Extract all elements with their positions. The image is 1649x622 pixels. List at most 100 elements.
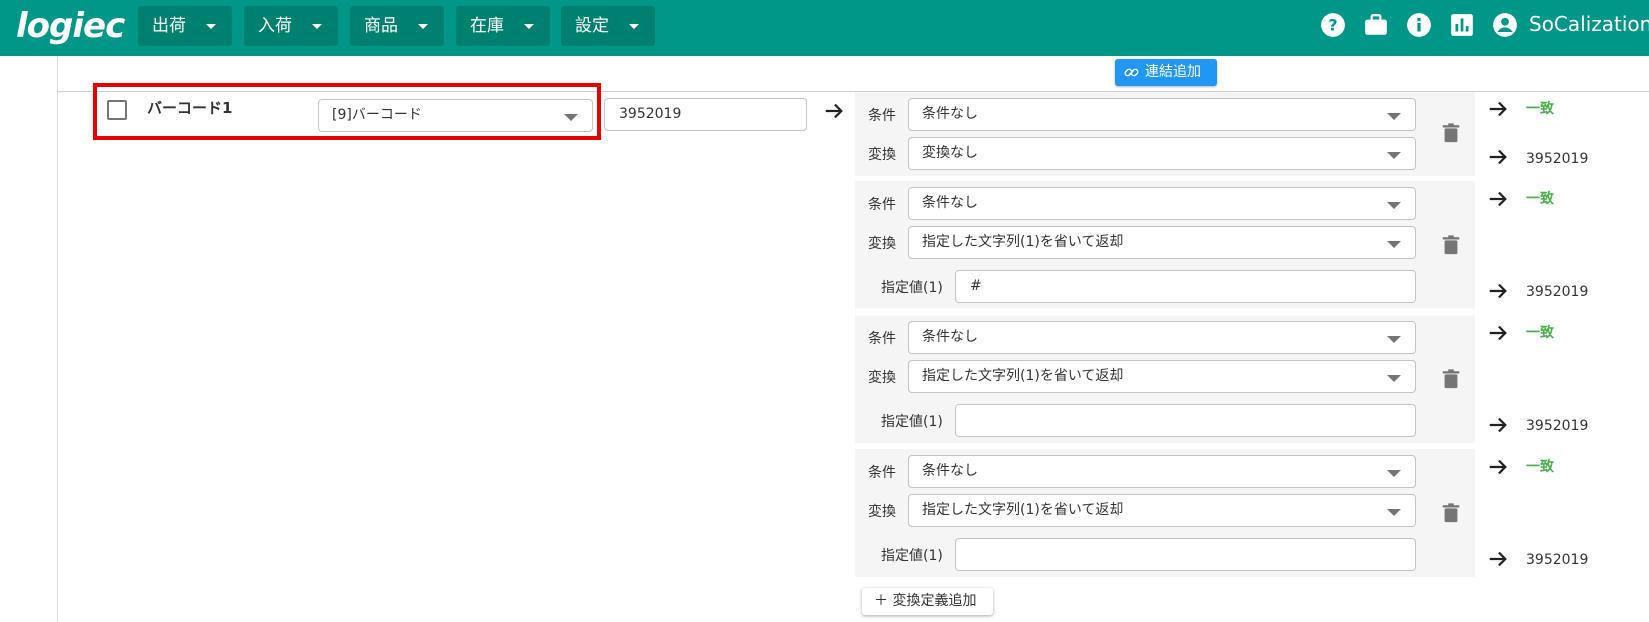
caret-down-icon [206,24,216,29]
menu-settings[interactable]: 設定 [561,6,655,46]
condition-select[interactable]: 条件なし [908,98,1416,131]
converted-value: 3952019 [1526,151,1589,167]
dropdown-arrow-icon [1387,375,1401,382]
conversion-select[interactable]: 指定した文字列(1)を省いて返却 [908,494,1416,527]
converted-value: 3952019 [1526,552,1589,568]
select-value: [9]バーコード [332,107,422,123]
match-result: 一致 [1526,101,1554,117]
arrow-right-icon [1489,551,1507,567]
match-result: 一致 [1526,459,1554,475]
select-value: 指定した文字列(1)を省いて返却 [922,368,1124,384]
conversion-select[interactable]: 指定した文字列(1)を省いて返却 [908,360,1416,393]
dropdown-arrow-icon [1387,509,1401,516]
dropdown-arrow-icon [1387,202,1401,209]
arrow-right-icon [1489,325,1507,341]
trash-icon[interactable] [1440,121,1462,145]
sample-value-input[interactable]: 3952019 [604,98,807,131]
logo-tagline: LOGISTICS & E-COMMERCE SOLUTION [18,59,113,65]
select-value: 条件なし [922,195,978,211]
arrow-right-icon [1489,459,1507,475]
condition-label: 条件 [868,197,896,213]
link-icon [1124,68,1139,77]
condition-select[interactable]: 条件なし [908,321,1416,354]
menu-products[interactable]: 商品 [350,6,444,46]
caret-down-icon [418,24,428,29]
menu-inventory[interactable]: 在庫 [456,6,550,46]
top-navigation-bar: logiec LOGISTICS & E-COMMERCE SOLUTION 出… [0,0,1649,65]
field-checkbox[interactable] [107,100,127,120]
dropdown-arrow-icon [564,114,578,121]
menu-label: 設定 [575,16,609,36]
menu-shipping[interactable]: 出荷 [138,6,232,46]
select-value: 条件なし [922,463,978,479]
menu-receiving[interactable]: 入荷 [244,6,338,46]
bar-chart-icon[interactable] [1449,12,1475,38]
menu-label: 商品 [364,16,398,36]
menu-label: 入荷 [258,16,292,36]
add-link-button[interactable]: 連結追加 [1115,59,1217,86]
arrow-right-icon [1489,417,1507,433]
arrow-right-icon [1489,101,1507,117]
dropdown-arrow-icon [1387,241,1401,248]
add-link-label: 連結追加 [1145,64,1201,80]
conversion-label: 変換 [868,504,896,520]
condition-select[interactable]: 条件なし [908,187,1416,220]
source-field-select[interactable]: [9]バーコード [318,99,593,132]
logo[interactable]: logiec LOGISTICS & E-COMMERCE SOLUTION [16,6,125,65]
caret-down-icon [312,24,322,29]
converted-value: 3952019 [1526,284,1589,300]
trash-icon[interactable] [1440,367,1462,391]
select-value: 条件なし [922,329,978,345]
specified-value-label: 指定値(1) [881,280,943,296]
dropdown-arrow-icon [1387,336,1401,343]
condition-label: 条件 [868,108,896,124]
specified-value-label: 指定値(1) [881,548,943,564]
field-name: バーコード1 [147,99,233,117]
specified-value-input[interactable] [955,404,1416,437]
dropdown-arrow-icon [1387,113,1401,120]
condition-select[interactable]: 条件なし [908,455,1416,488]
conversion-block-1: 条件 条件なし 変換 変換なし [855,92,1475,176]
select-value: 指定した文字列(1)を省いて返却 [922,502,1124,518]
match-result: 一致 [1526,325,1554,341]
converted-value: 3952019 [1526,418,1589,434]
add-conversion-button[interactable]: ＋ 変換定義追加 [862,588,993,615]
conversion-label: 変換 [868,370,896,386]
condition-label: 条件 [868,331,896,347]
arrow-right-icon [1489,283,1507,299]
help-icon[interactable]: ? [1320,12,1346,38]
specified-value-input[interactable] [955,538,1416,571]
trash-icon[interactable] [1440,501,1462,525]
conversion-block-2: 条件 条件なし 変換 指定した文字列(1)を省いて返却 指定値(1) # [855,181,1475,309]
specified-value-label: 指定値(1) [881,414,943,430]
condition-label: 条件 [868,465,896,481]
arrow-right-icon [1489,191,1507,207]
conversion-label: 変換 [868,236,896,252]
info-icon[interactable] [1406,12,1432,38]
menu-label: 在庫 [470,16,504,36]
conversion-select[interactable]: 変換なし [908,137,1416,170]
conversion-block-4: 条件 条件なし 変換 指定した文字列(1)を省いて返却 指定値(1) [855,449,1475,577]
dropdown-arrow-icon [1387,152,1401,159]
caret-down-icon [629,24,639,29]
briefcase-icon[interactable] [1363,12,1389,38]
specified-value-input[interactable]: # [955,270,1416,303]
svg-text:?: ? [1328,15,1337,34]
sidebar-divider [57,56,58,622]
dropdown-arrow-icon [1387,470,1401,477]
trash-icon[interactable] [1440,233,1462,257]
username[interactable]: SoCalization [1529,10,1649,38]
select-value: 指定した文字列(1)を省いて返却 [922,234,1124,250]
select-value: 変換なし [922,145,978,161]
conversion-select[interactable]: 指定した文字列(1)を省いて返却 [908,226,1416,259]
conversion-label: 変換 [868,147,896,163]
arrow-right-icon [1489,149,1507,165]
account-circle-icon[interactable] [1492,12,1518,38]
conversion-block-3: 条件 条件なし 変換 指定した文字列(1)を省いて返却 指定値(1) [855,315,1475,443]
caret-down-icon [524,24,534,29]
select-value: 条件なし [922,106,978,122]
menu-label: 出荷 [152,16,186,36]
match-result: 一致 [1526,191,1554,207]
arrow-right-icon [825,103,843,119]
logo-text: logiec [16,6,125,46]
